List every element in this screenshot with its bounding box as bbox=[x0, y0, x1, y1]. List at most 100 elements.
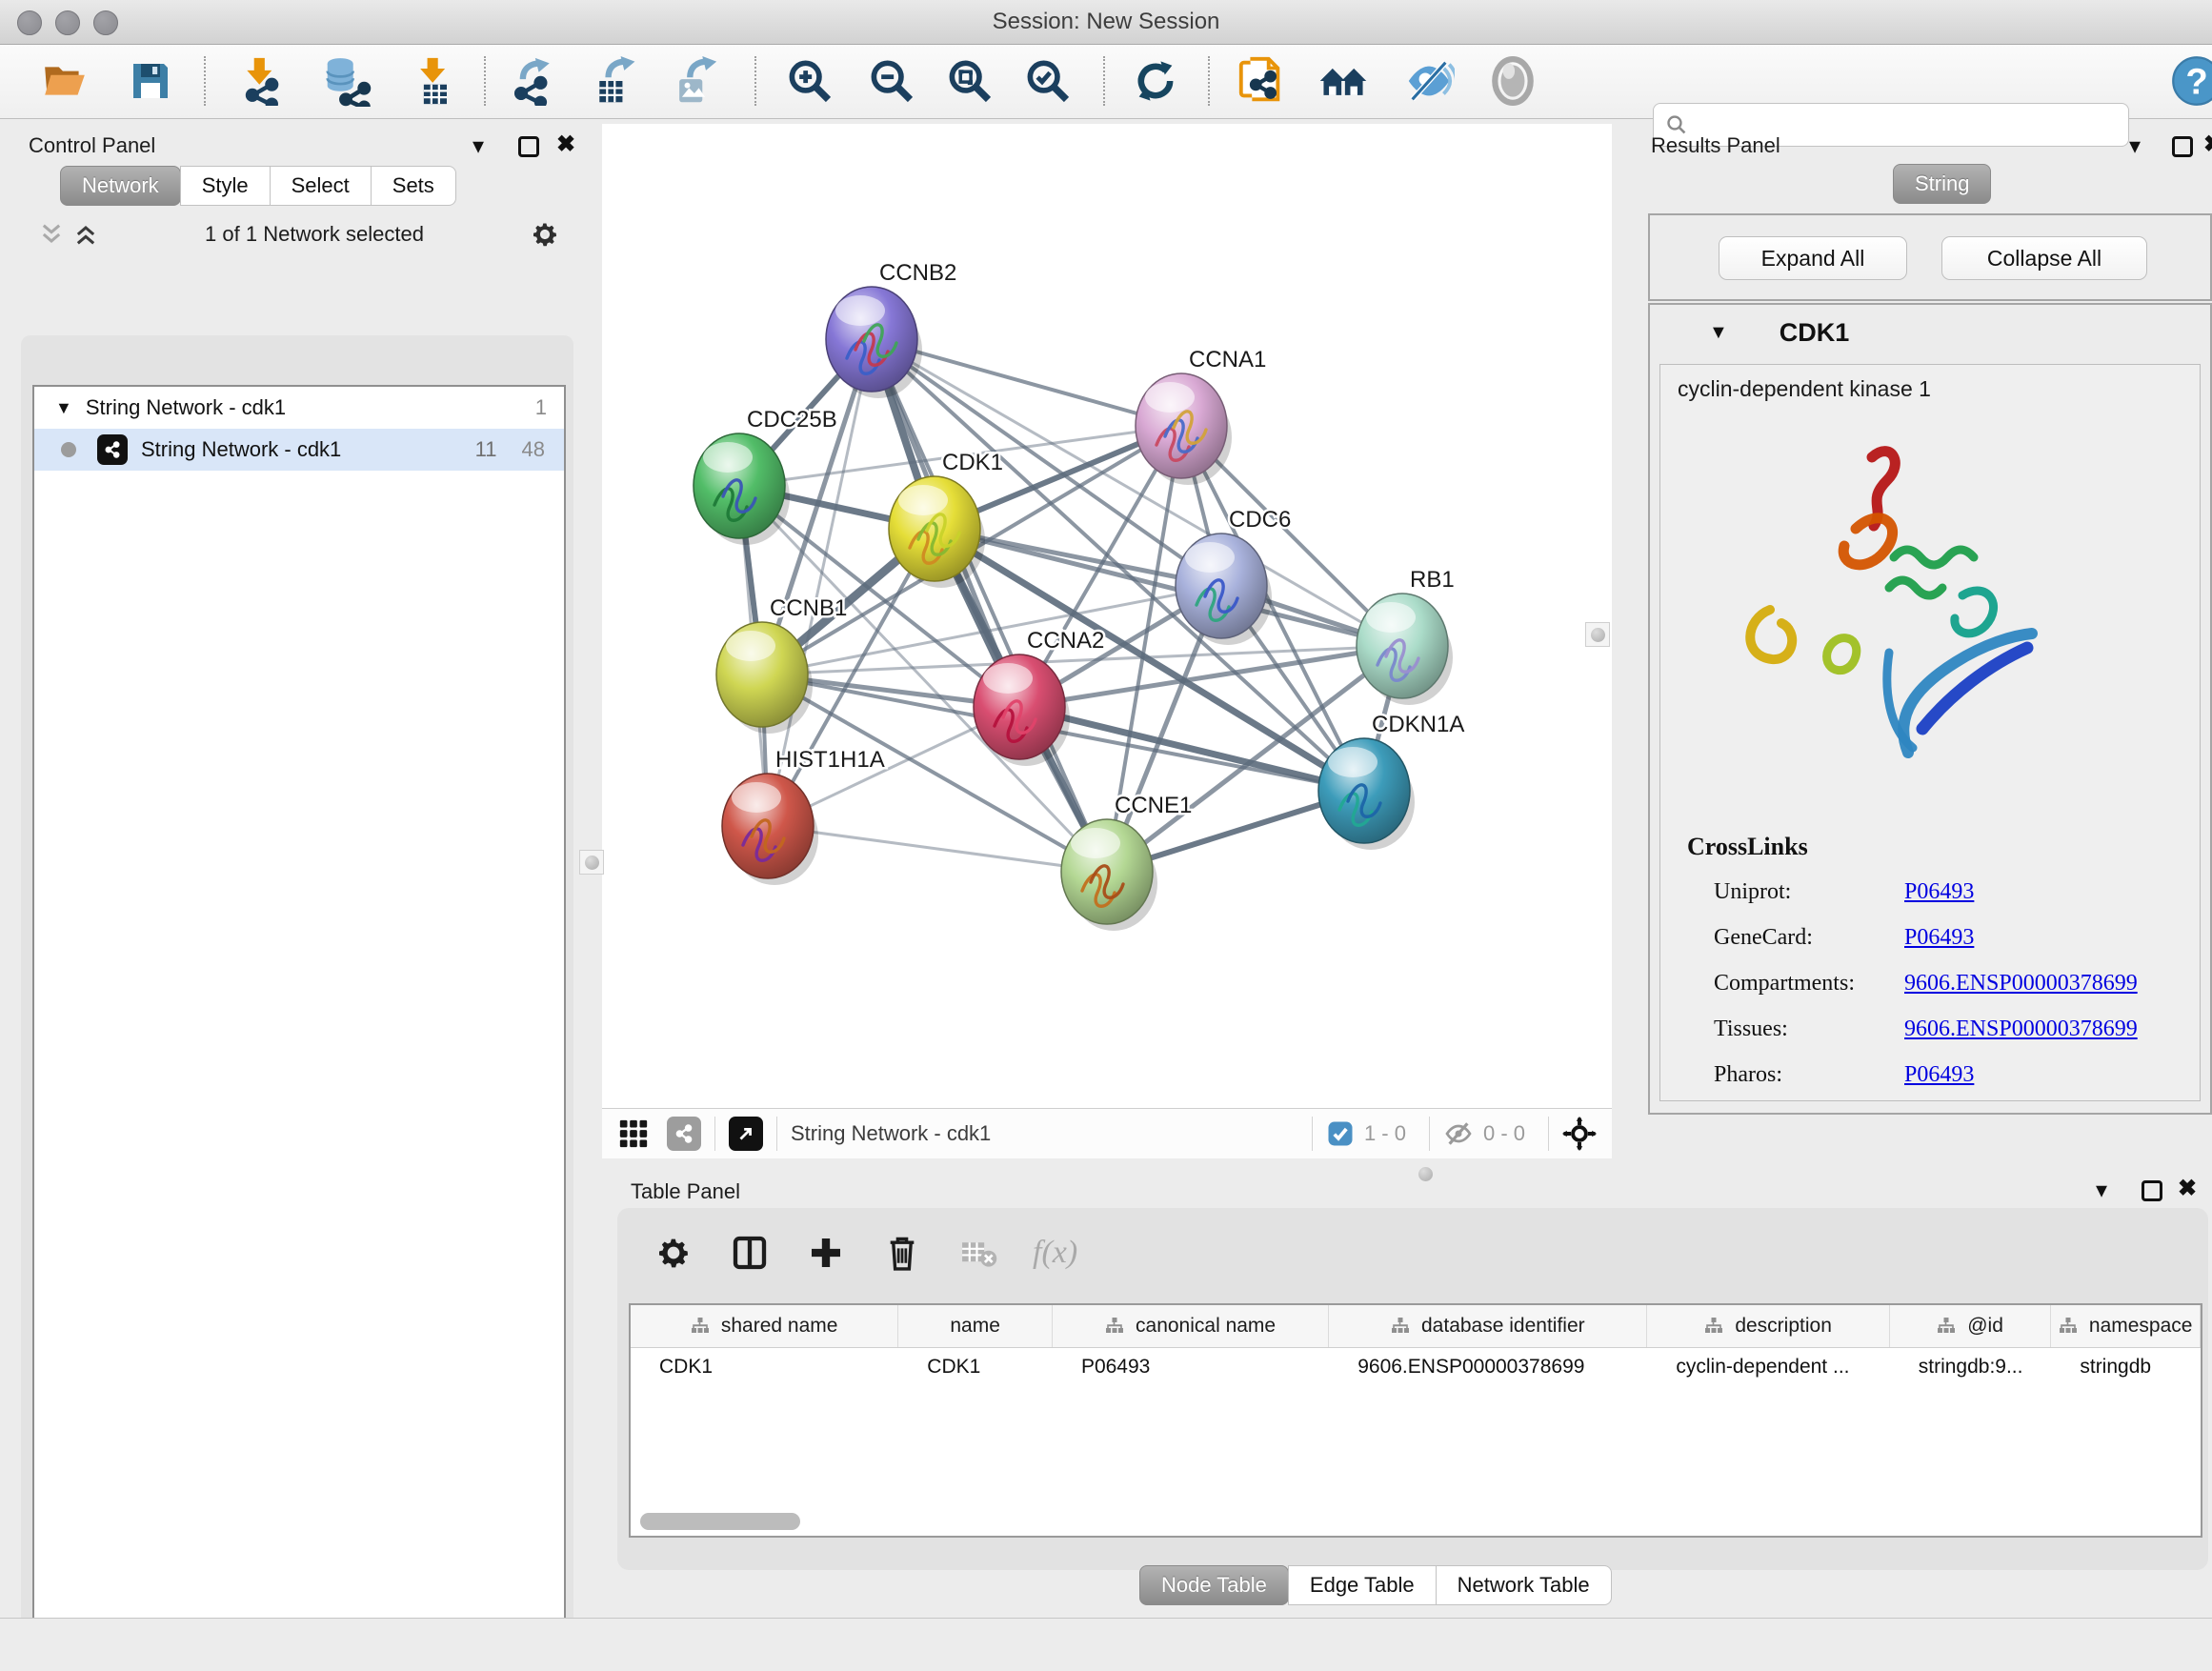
collection-count: 1 bbox=[535, 395, 547, 420]
table-panel-float-icon[interactable] bbox=[2142, 1180, 2162, 1201]
gear-icon[interactable] bbox=[530, 219, 560, 250]
control-panel-close-icon[interactable]: ✖ bbox=[556, 133, 575, 156]
network-node-CDK1[interactable]: CDK1 bbox=[889, 450, 1003, 588]
tab-select[interactable]: Select bbox=[270, 166, 372, 206]
results-panel-close-icon[interactable]: ✖ bbox=[2203, 133, 2212, 156]
import-network-database-icon[interactable] bbox=[319, 54, 372, 108]
show-all-hidden-icon[interactable] bbox=[1486, 54, 1539, 108]
zoom-selected-icon[interactable] bbox=[1021, 54, 1075, 108]
select-columns-icon[interactable] bbox=[728, 1231, 772, 1275]
open-session-icon[interactable] bbox=[38, 54, 91, 108]
table-hscrollbar[interactable] bbox=[640, 1513, 2183, 1532]
import-table-file-icon[interactable] bbox=[408, 54, 461, 108]
network-node-RB1[interactable]: RB1 bbox=[1357, 567, 1455, 705]
column-header-description[interactable]: description bbox=[1647, 1305, 1889, 1347]
table-row[interactable]: CDK1CDK1P064939606.ENSP00000378699cyclin… bbox=[631, 1348, 2201, 1386]
delete-table-icon[interactable] bbox=[956, 1231, 1000, 1275]
crosslink-link[interactable]: P06493 bbox=[1904, 925, 1974, 951]
scrollbar-thumb[interactable] bbox=[640, 1513, 800, 1530]
expand-all-button[interactable]: Expand All bbox=[1719, 236, 1907, 280]
column-header-name[interactable]: name bbox=[898, 1305, 1053, 1347]
network-node-CCNA1[interactable]: CCNA1 bbox=[1136, 347, 1266, 485]
crosslink-link[interactable]: P06493 bbox=[1904, 879, 1974, 905]
string-share-icon[interactable] bbox=[667, 1117, 701, 1151]
tab-edge-table[interactable]: Edge Table bbox=[1288, 1565, 1437, 1605]
column-header-database-identifier[interactable]: database identifier bbox=[1329, 1305, 1647, 1347]
zoom-fit-icon[interactable] bbox=[943, 54, 996, 108]
collapse-all-button[interactable]: Collapse All bbox=[1941, 236, 2147, 280]
selected-checkbox-icon[interactable] bbox=[1326, 1119, 1355, 1148]
export-table-icon[interactable] bbox=[589, 54, 642, 108]
column-header-namespace[interactable]: namespace bbox=[2051, 1305, 2201, 1347]
tree-expand-icon[interactable]: ▼ bbox=[55, 398, 72, 418]
table-cell: CDK1 bbox=[631, 1356, 898, 1379]
section-collapse-icon[interactable]: ▼ bbox=[1709, 322, 1728, 344]
statusbar-separator bbox=[1548, 1117, 1549, 1151]
node-label: CDKN1A bbox=[1372, 712, 1464, 737]
results-panel-menu-icon[interactable]: ▾ bbox=[2129, 135, 2141, 158]
shared-column-icon bbox=[1704, 1317, 1723, 1336]
column-header-shared-name[interactable]: shared name bbox=[631, 1305, 898, 1347]
open-external-icon[interactable] bbox=[729, 1117, 763, 1151]
table-panel-close-icon[interactable]: ✖ bbox=[2178, 1178, 2197, 1200]
crosslink-link[interactable]: 9606.ENSP00000378699 bbox=[1904, 971, 2138, 997]
clone-network-icon[interactable] bbox=[1235, 54, 1288, 108]
crosslink-link[interactable]: P06493 bbox=[1904, 1062, 1974, 1088]
network-node-CDKN1A[interactable]: CDKN1A bbox=[1318, 712, 1464, 850]
network-graph[interactable]: CCNB2CCNA1CDC25BCDK1CDC6RB1CCNB1CCNA2CDK… bbox=[602, 124, 1612, 1108]
tab-node-table[interactable]: Node Table bbox=[1139, 1565, 1289, 1605]
svg-text:?: ? bbox=[2185, 62, 2207, 103]
results-panel-float-icon[interactable] bbox=[2172, 136, 2193, 157]
tab-string[interactable]: String bbox=[1893, 164, 1991, 204]
network-canvas[interactable]: CCNB2CCNA1CDC25BCDK1CDC6RB1CCNB1CCNA2CDK… bbox=[602, 124, 1612, 1108]
network-node-CDC6[interactable]: CDC6 bbox=[1176, 507, 1291, 645]
title-bar: Session: New Session bbox=[0, 0, 2212, 45]
export-image-icon[interactable] bbox=[667, 54, 720, 108]
table-header-row: shared name name canonical namedatabase id… bbox=[631, 1305, 2201, 1348]
application-window: Session: New Session bbox=[0, 0, 2212, 1671]
birdseye-grid-icon[interactable] bbox=[617, 1117, 650, 1150]
node-table[interactable]: shared name name canonical namedatabase id… bbox=[629, 1303, 2202, 1538]
control-panel-menu-icon[interactable]: ▾ bbox=[473, 135, 484, 158]
tab-network[interactable]: Network bbox=[60, 166, 181, 206]
move-crosshair-icon[interactable] bbox=[1562, 1117, 1597, 1151]
collapse-all-icon[interactable] bbox=[38, 221, 65, 248]
function-builder-icon[interactable]: f(x) bbox=[1033, 1235, 1077, 1271]
save-session-icon[interactable] bbox=[124, 54, 177, 108]
results-panel: Results Panel ▾ ✖ String Expand All Coll… bbox=[1619, 124, 2212, 1158]
left-splitter-handle[interactable] bbox=[579, 850, 604, 875]
column-header-canonical-name[interactable]: canonical name bbox=[1053, 1305, 1329, 1347]
zoom-out-icon[interactable] bbox=[865, 54, 918, 108]
tab-network-table[interactable]: Network Table bbox=[1436, 1565, 1612, 1605]
tab-style[interactable]: Style bbox=[180, 166, 271, 206]
export-network-icon[interactable] bbox=[507, 54, 560, 108]
results-section-header[interactable]: ▼ CDK1 bbox=[1650, 318, 2210, 348]
network-collection-row[interactable]: ▼ String Network - cdk1 1 bbox=[34, 387, 564, 429]
first-neighbors-icon[interactable] bbox=[1317, 54, 1370, 108]
node-label: CCNE1 bbox=[1115, 793, 1192, 818]
help-icon[interactable]: ? bbox=[2170, 54, 2212, 108]
add-column-icon[interactable] bbox=[804, 1231, 848, 1275]
network-row[interactable]: String Network - cdk1 11 48 bbox=[34, 429, 564, 471]
network-node-HIST1H1A[interactable]: HIST1H1A bbox=[722, 747, 885, 885]
column-header-@id[interactable]: @id bbox=[1890, 1305, 2052, 1347]
right-splitter-handle[interactable] bbox=[1585, 622, 1610, 647]
node-label: CDK1 bbox=[942, 450, 1003, 475]
window-title: Session: New Session bbox=[0, 9, 2212, 35]
crosslink-row: Pharos:P06493 bbox=[1714, 1052, 2200, 1097]
refresh-view-icon[interactable] bbox=[1129, 54, 1182, 108]
table-gear-icon[interactable] bbox=[652, 1231, 695, 1275]
tab-sets[interactable]: Sets bbox=[371, 166, 456, 206]
hidden-eye-icon[interactable] bbox=[1443, 1118, 1474, 1149]
crosslink-link[interactable]: 9606.ENSP00000378699 bbox=[1904, 1017, 2138, 1042]
delete-column-icon[interactable] bbox=[880, 1231, 924, 1275]
table-panel-menu-icon[interactable]: ▾ bbox=[2096, 1179, 2107, 1202]
column-label: @id bbox=[1967, 1315, 2003, 1338]
import-network-file-icon[interactable] bbox=[236, 54, 290, 108]
expand-all-icon[interactable] bbox=[72, 221, 99, 248]
column-label: name bbox=[950, 1315, 1000, 1338]
hide-selected-icon[interactable] bbox=[1402, 54, 1456, 108]
control-panel-float-icon[interactable] bbox=[518, 136, 539, 157]
zoom-in-icon[interactable] bbox=[783, 54, 836, 108]
table-body: CDK1CDK1P064939606.ENSP00000378699cyclin… bbox=[631, 1348, 2201, 1386]
